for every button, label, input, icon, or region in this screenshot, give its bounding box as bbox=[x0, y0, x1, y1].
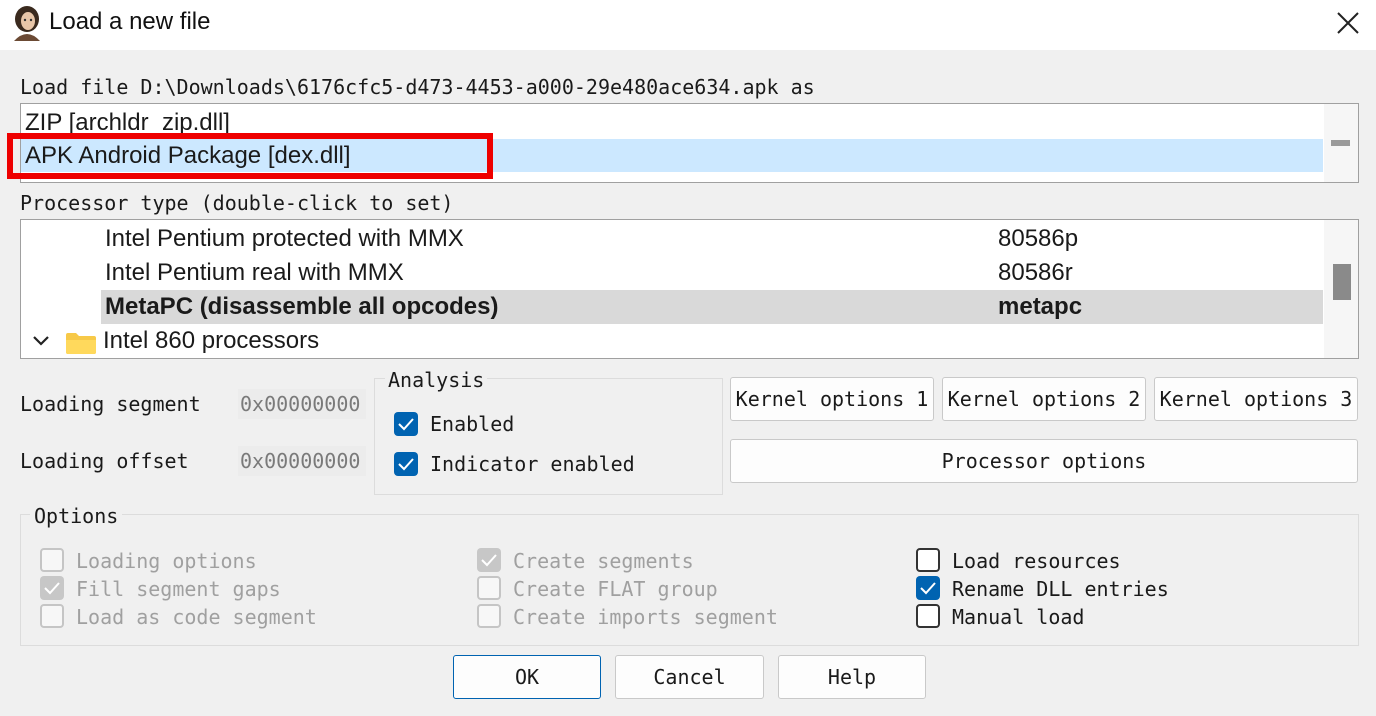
highlight-annotation bbox=[7, 133, 493, 179]
rename-dll-entries-label: Rename DLL entries bbox=[952, 577, 1169, 601]
checkmark-icon bbox=[44, 582, 60, 595]
processor-code: 80586p bbox=[998, 225, 1079, 252]
create-flat-group-label: Create FLAT group bbox=[513, 577, 718, 601]
checkmark-icon bbox=[398, 458, 414, 471]
rename-dll-entries-checkbox[interactable] bbox=[916, 576, 940, 600]
window-title: Load a new file bbox=[49, 8, 211, 35]
checkmark-icon bbox=[398, 418, 414, 431]
load-file-label: Load file D:\Downloads\6176cfc5-d473-445… bbox=[20, 75, 815, 99]
ok-button[interactable]: OK bbox=[453, 655, 601, 699]
loader-item-label: ZIP [archldr_zip.dll] bbox=[25, 109, 230, 136]
kernel-options-3-button[interactable]: Kernel options 3 bbox=[1154, 377, 1358, 421]
processor-group-name: Intel 860 processors bbox=[103, 327, 320, 354]
analysis-group-title: Analysis bbox=[385, 368, 488, 392]
scrollbar-thumb[interactable] bbox=[1331, 140, 1350, 146]
app-logo-icon bbox=[10, 5, 44, 41]
checkmark-icon bbox=[920, 582, 936, 595]
processor-name: Intel Pentium real with MMX bbox=[105, 259, 404, 286]
processor-type-label: Processor type (double-click to set) bbox=[20, 191, 454, 215]
create-imports-segment-label: Create imports segment bbox=[513, 605, 778, 629]
analysis-enabled-checkbox[interactable] bbox=[394, 412, 418, 436]
analysis-group bbox=[374, 378, 723, 495]
loading-options-label: Loading options bbox=[76, 549, 257, 573]
processor-code: 80586r bbox=[998, 259, 1073, 286]
processor-group-row[interactable]: Intel 860 processors bbox=[21, 324, 1323, 358]
kernel-options-1-button[interactable]: Kernel options 1 bbox=[730, 377, 934, 421]
processor-name: MetaPC (disassemble all opcodes) bbox=[105, 293, 499, 320]
loading-offset-field[interactable]: 0x00000000 bbox=[238, 446, 366, 476]
help-button[interactable]: Help bbox=[778, 655, 926, 699]
processor-row[interactable]: Intel Pentium protected with MMX 80586p bbox=[21, 222, 1323, 256]
indicator-enabled-checkbox[interactable] bbox=[394, 452, 418, 476]
close-icon bbox=[1337, 12, 1359, 34]
folder-icon bbox=[66, 330, 96, 358]
manual-load-checkbox[interactable] bbox=[916, 604, 940, 628]
load-resources-checkbox[interactable] bbox=[916, 548, 940, 572]
loading-offset-label: Loading offset bbox=[20, 449, 189, 473]
processor-code: metapc bbox=[998, 293, 1083, 320]
close-button[interactable] bbox=[1324, 2, 1372, 44]
loading-segment-field[interactable]: 0x00000000 bbox=[238, 389, 366, 419]
processor-list[interactable]: Intel Pentium protected with MMX 80586p … bbox=[20, 219, 1359, 359]
processor-row[interactable]: Intel Pentium real with MMX 80586r bbox=[21, 256, 1323, 290]
create-segments-checkbox[interactable] bbox=[477, 548, 501, 572]
loading-options-checkbox[interactable] bbox=[40, 548, 64, 572]
options-group-title: Options bbox=[30, 504, 123, 528]
create-flat-group-checkbox[interactable] bbox=[477, 576, 501, 600]
processor-name: Intel Pentium protected with MMX bbox=[105, 225, 464, 252]
processor-row-selected[interactable]: MetaPC (disassemble all opcodes) metapc bbox=[21, 290, 1323, 324]
cancel-button[interactable]: Cancel bbox=[615, 655, 764, 699]
processor-list-scrollbar[interactable] bbox=[1324, 220, 1358, 358]
create-imports-segment-checkbox[interactable] bbox=[477, 604, 501, 628]
kernel-options-2-button[interactable]: Kernel options 2 bbox=[942, 377, 1146, 421]
load-as-code-segment-checkbox[interactable] bbox=[40, 604, 64, 628]
load-resources-label: Load resources bbox=[952, 549, 1121, 573]
loading-segment-label: Loading segment bbox=[20, 392, 201, 416]
checkmark-icon bbox=[481, 554, 497, 567]
manual-load-label: Manual load bbox=[952, 605, 1085, 629]
analysis-enabled-label: Enabled bbox=[430, 412, 515, 436]
create-segments-label: Create segments bbox=[513, 549, 694, 573]
load-as-code-segment-label: Load as code segment bbox=[76, 605, 317, 629]
scrollbar-thumb[interactable] bbox=[1333, 264, 1351, 300]
processor-options-button[interactable]: Processor options bbox=[730, 439, 1358, 483]
chevron-down-icon[interactable] bbox=[31, 324, 51, 358]
fill-segment-gaps-label: Fill segment gaps bbox=[76, 577, 281, 601]
loader-list-scrollbar[interactable] bbox=[1324, 104, 1358, 182]
fill-segment-gaps-checkbox[interactable] bbox=[40, 576, 64, 600]
indicator-enabled-label: Indicator enabled bbox=[430, 452, 635, 476]
